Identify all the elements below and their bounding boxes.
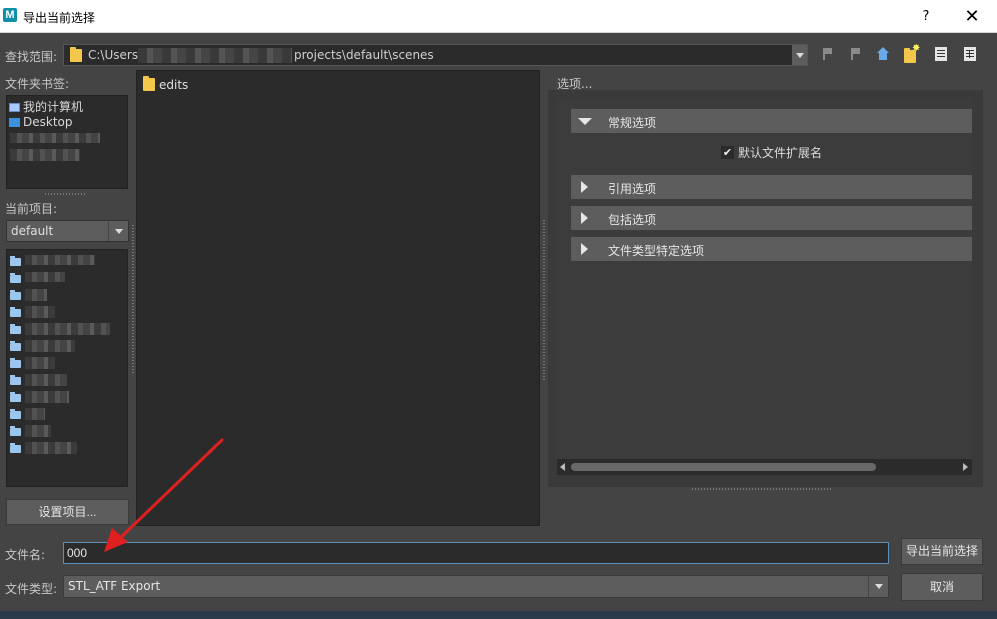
project-dropdown-button[interactable] — [108, 221, 128, 241]
tree-item-redacted — [25, 442, 77, 454]
filetype-selected: STL_ATF Export — [68, 579, 161, 593]
folder-icon — [10, 426, 21, 436]
parent-folder-button[interactable] — [874, 45, 892, 63]
tree-item-redacted — [25, 289, 47, 301]
filetype-combo[interactable]: STL_ATF Export — [63, 575, 889, 598]
filetype-dropdown-button[interactable] — [868, 576, 888, 597]
file-item-edits[interactable]: edits — [143, 76, 188, 92]
new-folder-button[interactable]: ✸ — [902, 43, 921, 63]
triangle-right-icon — [581, 243, 588, 255]
tree-item-redacted — [25, 357, 55, 369]
filename-label: 文件名: — [5, 548, 46, 562]
project-tree[interactable] — [6, 249, 128, 487]
help-button[interactable]: ? — [904, 0, 948, 33]
splitter-handle[interactable] — [45, 193, 87, 195]
folder-icon — [10, 443, 21, 453]
tree-item-redacted — [25, 374, 67, 386]
folder-icon — [10, 290, 21, 300]
back-button[interactable] — [818, 45, 836, 63]
lookin-path-prefix: C:\Users — [88, 48, 139, 62]
title-bar: M 导出当前选择 ? ✕ — [0, 0, 997, 33]
splitter-handle[interactable] — [692, 488, 832, 490]
window-title: 导出当前选择 — [23, 11, 96, 25]
folder-icon — [10, 256, 21, 266]
folder-icon — [10, 392, 21, 402]
background-strip — [0, 611, 997, 619]
project-selected: default — [11, 224, 54, 238]
folder-icon — [70, 47, 82, 62]
desktop-icon — [9, 118, 20, 127]
triangle-right-icon — [581, 212, 588, 224]
section-filetype-options[interactable]: 文件类型特定选项 — [571, 237, 972, 261]
splitter-handle[interactable] — [543, 220, 545, 380]
detail-view-button[interactable] — [961, 45, 979, 63]
forward-button[interactable] — [846, 45, 864, 63]
set-project-button[interactable]: 设置项目... — [6, 499, 129, 525]
folder-icon — [143, 76, 155, 91]
maya-app-icon: M — [3, 8, 17, 22]
back-flag-icon — [823, 48, 832, 60]
path-redacted — [138, 48, 292, 63]
file-list[interactable]: edits — [136, 70, 540, 526]
forward-flag-icon — [851, 48, 860, 60]
filetype-label: 文件类型: — [5, 582, 58, 596]
triangle-down-icon — [578, 118, 592, 125]
close-button[interactable]: ✕ — [950, 0, 994, 33]
tree-item-redacted — [25, 272, 65, 282]
lookin-label: 查找范围: — [5, 50, 58, 64]
list-view-icon — [935, 47, 947, 61]
scroll-thumb[interactable] — [571, 463, 876, 471]
tree-item-redacted — [25, 408, 45, 420]
tree-item-redacted — [25, 255, 95, 265]
detail-view-icon — [964, 47, 976, 61]
chevron-down-icon — [796, 53, 804, 58]
export-selection-button[interactable]: 导出当前选择 — [901, 538, 983, 565]
filename-input[interactable] — [63, 542, 889, 564]
triangle-right-icon — [581, 181, 588, 193]
tree-item-redacted — [25, 306, 55, 318]
lookin-dropdown-button[interactable] — [791, 45, 807, 65]
cancel-button[interactable]: 取消 — [901, 573, 983, 601]
bookmarks-list[interactable]: 我的计算机 Desktop — [6, 95, 128, 189]
folder-icon — [10, 307, 21, 317]
section-reference-options[interactable]: 引用选项 — [571, 175, 972, 199]
scroll-left-icon[interactable] — [560, 463, 565, 471]
project-label: 当前项目: — [5, 202, 58, 216]
tree-item-redacted — [25, 391, 69, 403]
list-view-button[interactable] — [932, 45, 950, 63]
folder-icon — [10, 273, 21, 283]
tree-item-redacted — [25, 425, 51, 437]
chevron-down-icon — [115, 229, 123, 234]
options-panel: 常规选项 ✔ 默认文件扩展名 引用选项 包括选项 文件类型特定选项 — [557, 98, 972, 475]
tree-item-redacted — [25, 323, 110, 335]
options-hscrollbar[interactable] — [557, 459, 972, 475]
bookmark-redacted — [10, 149, 80, 161]
scroll-right-icon[interactable] — [963, 463, 968, 471]
folder-icon — [10, 358, 21, 368]
default-ext-label: 默认文件扩展名 — [738, 146, 823, 160]
lookin-combo[interactable]: C:\Users projects\default\scenes — [63, 44, 808, 66]
bookmark-desktop[interactable]: Desktop — [9, 115, 73, 129]
chevron-down-icon — [875, 584, 883, 589]
section-include-options[interactable]: 包括选项 — [571, 206, 972, 230]
computer-icon — [9, 103, 20, 112]
folder-icon — [10, 375, 21, 385]
sparkle-icon: ✸ — [912, 43, 921, 54]
lookin-path-suffix: projects\default\scenes — [294, 48, 434, 62]
splitter-handle[interactable] — [132, 225, 134, 375]
folder-icon — [10, 409, 21, 419]
section-general-options[interactable]: 常规选项 — [571, 109, 972, 133]
bookmark-my-computer[interactable]: 我的计算机 — [9, 98, 83, 115]
tree-item-redacted — [25, 340, 75, 352]
default-ext-checkbox[interactable]: ✔ — [721, 146, 734, 159]
project-combo[interactable]: default — [6, 220, 129, 242]
bookmarks-label: 文件夹书签: — [5, 77, 70, 91]
folder-icon — [10, 324, 21, 334]
folder-icon — [10, 341, 21, 351]
bookmark-redacted — [10, 133, 100, 143]
